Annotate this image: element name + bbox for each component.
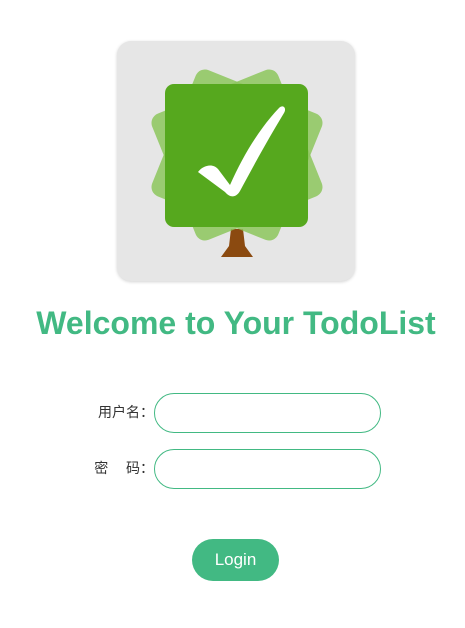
page-title: Welcome to Your TodoList xyxy=(36,305,436,341)
password-input[interactable] xyxy=(154,449,381,489)
password-label: 密 码： xyxy=(94,461,154,477)
username-row: 用户名： xyxy=(0,393,465,433)
app-logo xyxy=(117,41,355,281)
username-label: 用户名： xyxy=(98,405,154,421)
checkmark-tree-icon xyxy=(151,69,323,257)
password-row: 密 码： xyxy=(0,449,465,489)
login-button[interactable]: Login xyxy=(192,539,279,581)
username-input[interactable] xyxy=(154,393,381,433)
tree-trunk xyxy=(221,229,253,257)
tree-leaf-front xyxy=(165,84,308,227)
